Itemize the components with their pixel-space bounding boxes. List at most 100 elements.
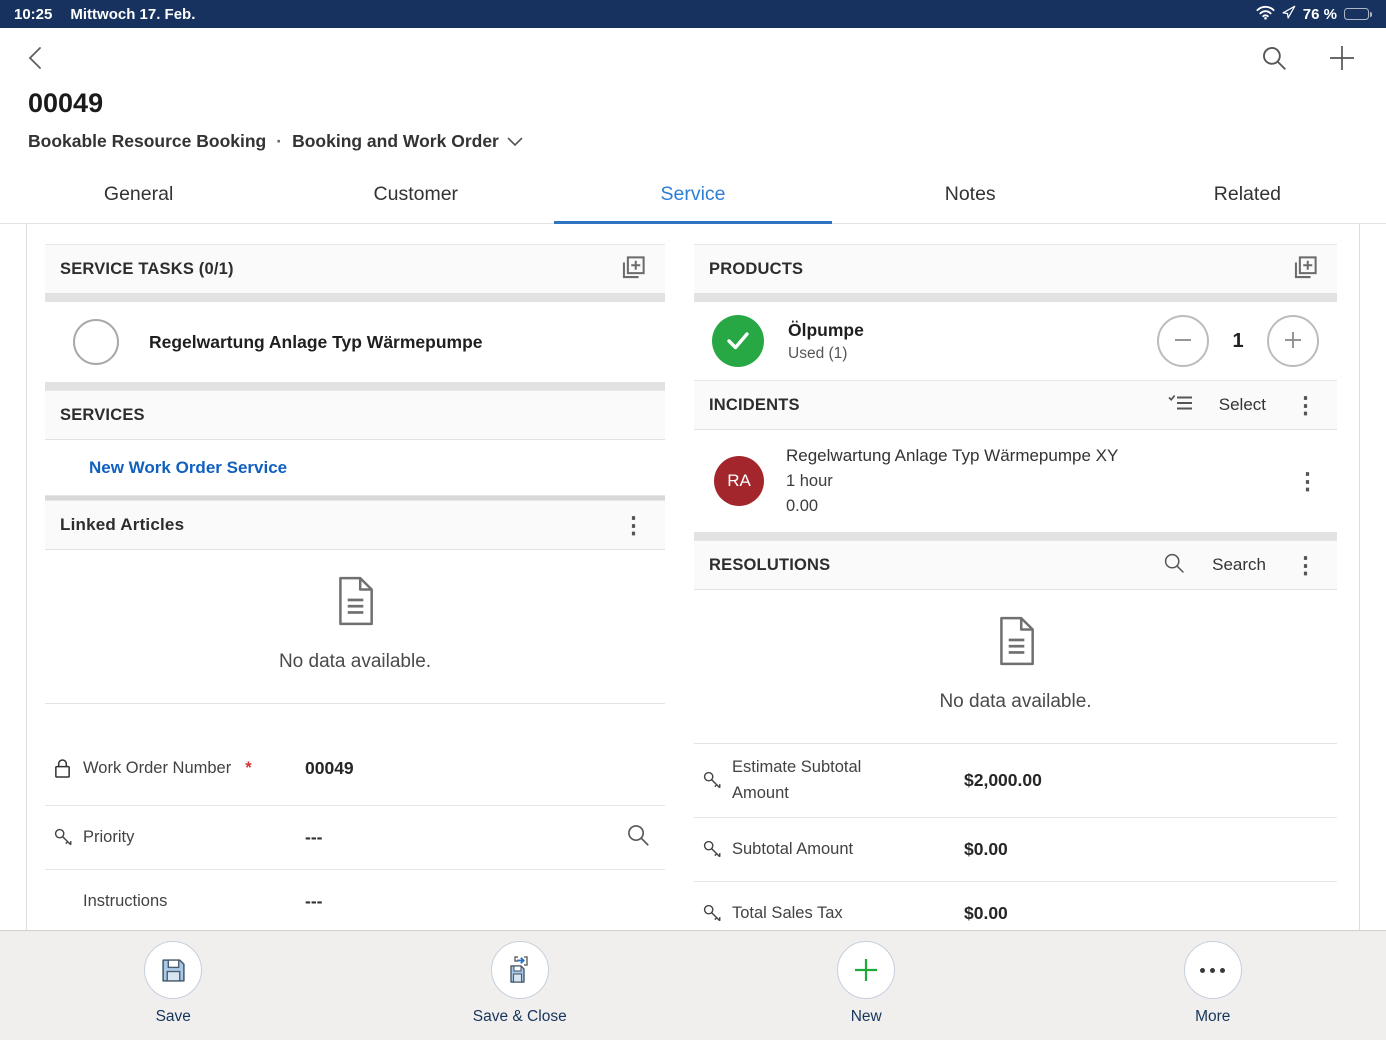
incident-name: Regelwartung Anlage Typ Wärmepumpe XY [786,446,1272,466]
service-task-row[interactable]: Regelwartung Anlage Typ Wärmepumpe [45,302,665,382]
service-tasks-title: SERVICE TASKS (0/1) [60,260,234,279]
save-button[interactable]: Save [0,941,347,1026]
new-label: New [851,1008,882,1026]
tab-customer[interactable]: Customer [277,166,554,223]
priority-field[interactable]: Priority --- [45,806,665,870]
field-label: Priority [83,825,305,851]
product-name: Ölpumpe [788,320,1133,341]
search-button[interactable] [1260,44,1288,75]
incident-text: Regelwartung Anlage Typ Wärmepumpe XY 1 … [786,446,1272,516]
tab-service[interactable]: Service [554,166,831,223]
resolutions-title: RESOLUTIONS [709,556,830,575]
linked-articles-more-icon[interactable]: ⋮ [620,514,647,537]
save-and-close-button[interactable]: Save & Close [347,941,694,1026]
field-label: Instructions [83,889,305,915]
back-button[interactable] [24,45,48,74]
save-and-close-icon [491,941,549,999]
services-header: SERVICES [45,390,665,440]
breadcrumb-separator: · [276,131,282,152]
app-header: 00049 Bookable Resource Booking · Bookin… [0,28,1386,152]
key-icon [702,770,732,791]
linked-articles-empty-text: No data available. [279,651,431,673]
save-label: Save [156,1008,191,1026]
product-row[interactable]: Ölpumpe Used (1) 1 [694,302,1337,380]
wifi-icon [1256,5,1275,24]
subtotal-value: $0.00 [928,839,1333,860]
more-label: More [1195,1008,1230,1026]
task-label: Regelwartung Anlage Typ Wärmepumpe [149,332,483,353]
estimate-subtotal-field: Estimate Subtotal Amount $2,000.00 [694,744,1337,818]
location-arrow-icon [1282,5,1296,23]
instructions-value[interactable]: --- [305,891,661,912]
linked-articles-header: Linked Articles ⋮ [45,500,665,550]
lock-icon [53,757,83,780]
resolutions-empty-text: No data available. [939,691,1091,713]
tab-bar: General Customer Service Notes Related [0,166,1386,224]
incident-row[interactable]: RA Regelwartung Anlage Typ Wärmepumpe XY… [694,430,1337,532]
products-header: PRODUCTS [694,244,1337,294]
tab-related[interactable]: Related [1109,166,1386,223]
new-work-order-service-row: New Work Order Service [45,440,665,496]
more-button[interactable]: More [1040,941,1386,1026]
product-used-check-icon [712,315,764,367]
field-label: Total Sales Tax [732,901,928,927]
more-dots-icon [1184,941,1242,999]
products-title: PRODUCTS [709,260,803,279]
tab-general[interactable]: General [0,166,277,223]
multiselect-icon[interactable] [1168,393,1193,418]
tab-notes[interactable]: Notes [832,166,1109,223]
task-checkbox[interactable] [73,319,119,365]
key-icon [53,827,83,848]
search-icon[interactable] [1162,551,1186,580]
quantity-increase-button[interactable] [1267,315,1319,367]
new-button[interactable]: New [693,941,1040,1026]
new-plus-icon [837,941,895,999]
incident-duration: 1 hour [786,472,1272,491]
battery-icon [1344,8,1372,20]
incidents-title: INCIDENTS [709,396,800,415]
resolutions-empty-state: No data available. [694,590,1337,744]
estimate-subtotal-value: $2,000.00 [928,770,1333,791]
quantity-value: 1 [1231,330,1245,353]
priority-value[interactable]: --- [305,827,625,848]
new-work-order-service-link[interactable]: New Work Order Service [89,458,287,478]
status-date: Mittwoch 17. Feb. [70,6,195,23]
linked-articles-title: Linked Articles [60,515,184,535]
incidents-more-icon[interactable]: ⋮ [1292,394,1319,417]
save-and-close-label: Save & Close [473,1008,567,1026]
search-icon [1260,44,1288,75]
resolutions-more-icon[interactable]: ⋮ [1292,554,1319,577]
incidents-header: INCIDENTS Select ⋮ [694,380,1337,430]
incident-more-icon[interactable]: ⋮ [1294,470,1327,493]
field-label: Estimate Subtotal Amount [732,755,928,806]
incidents-select-button[interactable]: Select [1219,395,1266,415]
product-text: Ölpumpe Used (1) [788,320,1133,363]
breadcrumb-entity: Bookable Resource Booking [28,131,266,152]
plus-icon [1281,328,1305,355]
key-icon [702,839,732,860]
battery-percent: 76 % [1303,6,1337,23]
form-selector[interactable]: Booking and Work Order [292,131,523,152]
instructions-field[interactable]: Instructions --- [45,870,665,930]
subtotal-field: Subtotal Amount $0.00 [694,818,1337,882]
breadcrumb: Bookable Resource Booking · Booking and … [28,131,1362,152]
document-icon [995,616,1037,671]
add-product-button[interactable] [1292,254,1319,284]
bottom-command-bar: Save Save & Close New More [0,930,1386,1040]
linked-articles-empty-state: No data available. [45,550,665,704]
add-service-task-button[interactable] [620,254,647,284]
search-icon [625,835,651,852]
quantity-decrease-button[interactable] [1157,315,1209,367]
plus-icon [1326,42,1358,77]
priority-lookup-button[interactable] [625,822,661,853]
back-chevron-icon [24,45,48,74]
chevron-down-icon [507,131,523,152]
resolutions-search-button[interactable]: Search [1212,555,1266,575]
minus-icon [1171,328,1195,355]
field-label: Subtotal Amount [732,837,928,863]
add-button[interactable] [1326,42,1358,77]
status-bar: 10:25 Mittwoch 17. Feb. 76 % [0,0,1386,28]
resolutions-header: RESOLUTIONS Search ⋮ [694,540,1337,590]
product-status: Used (1) [788,345,1133,363]
right-column: PRODUCTS Ölpumpe Used (1) [694,244,1337,930]
